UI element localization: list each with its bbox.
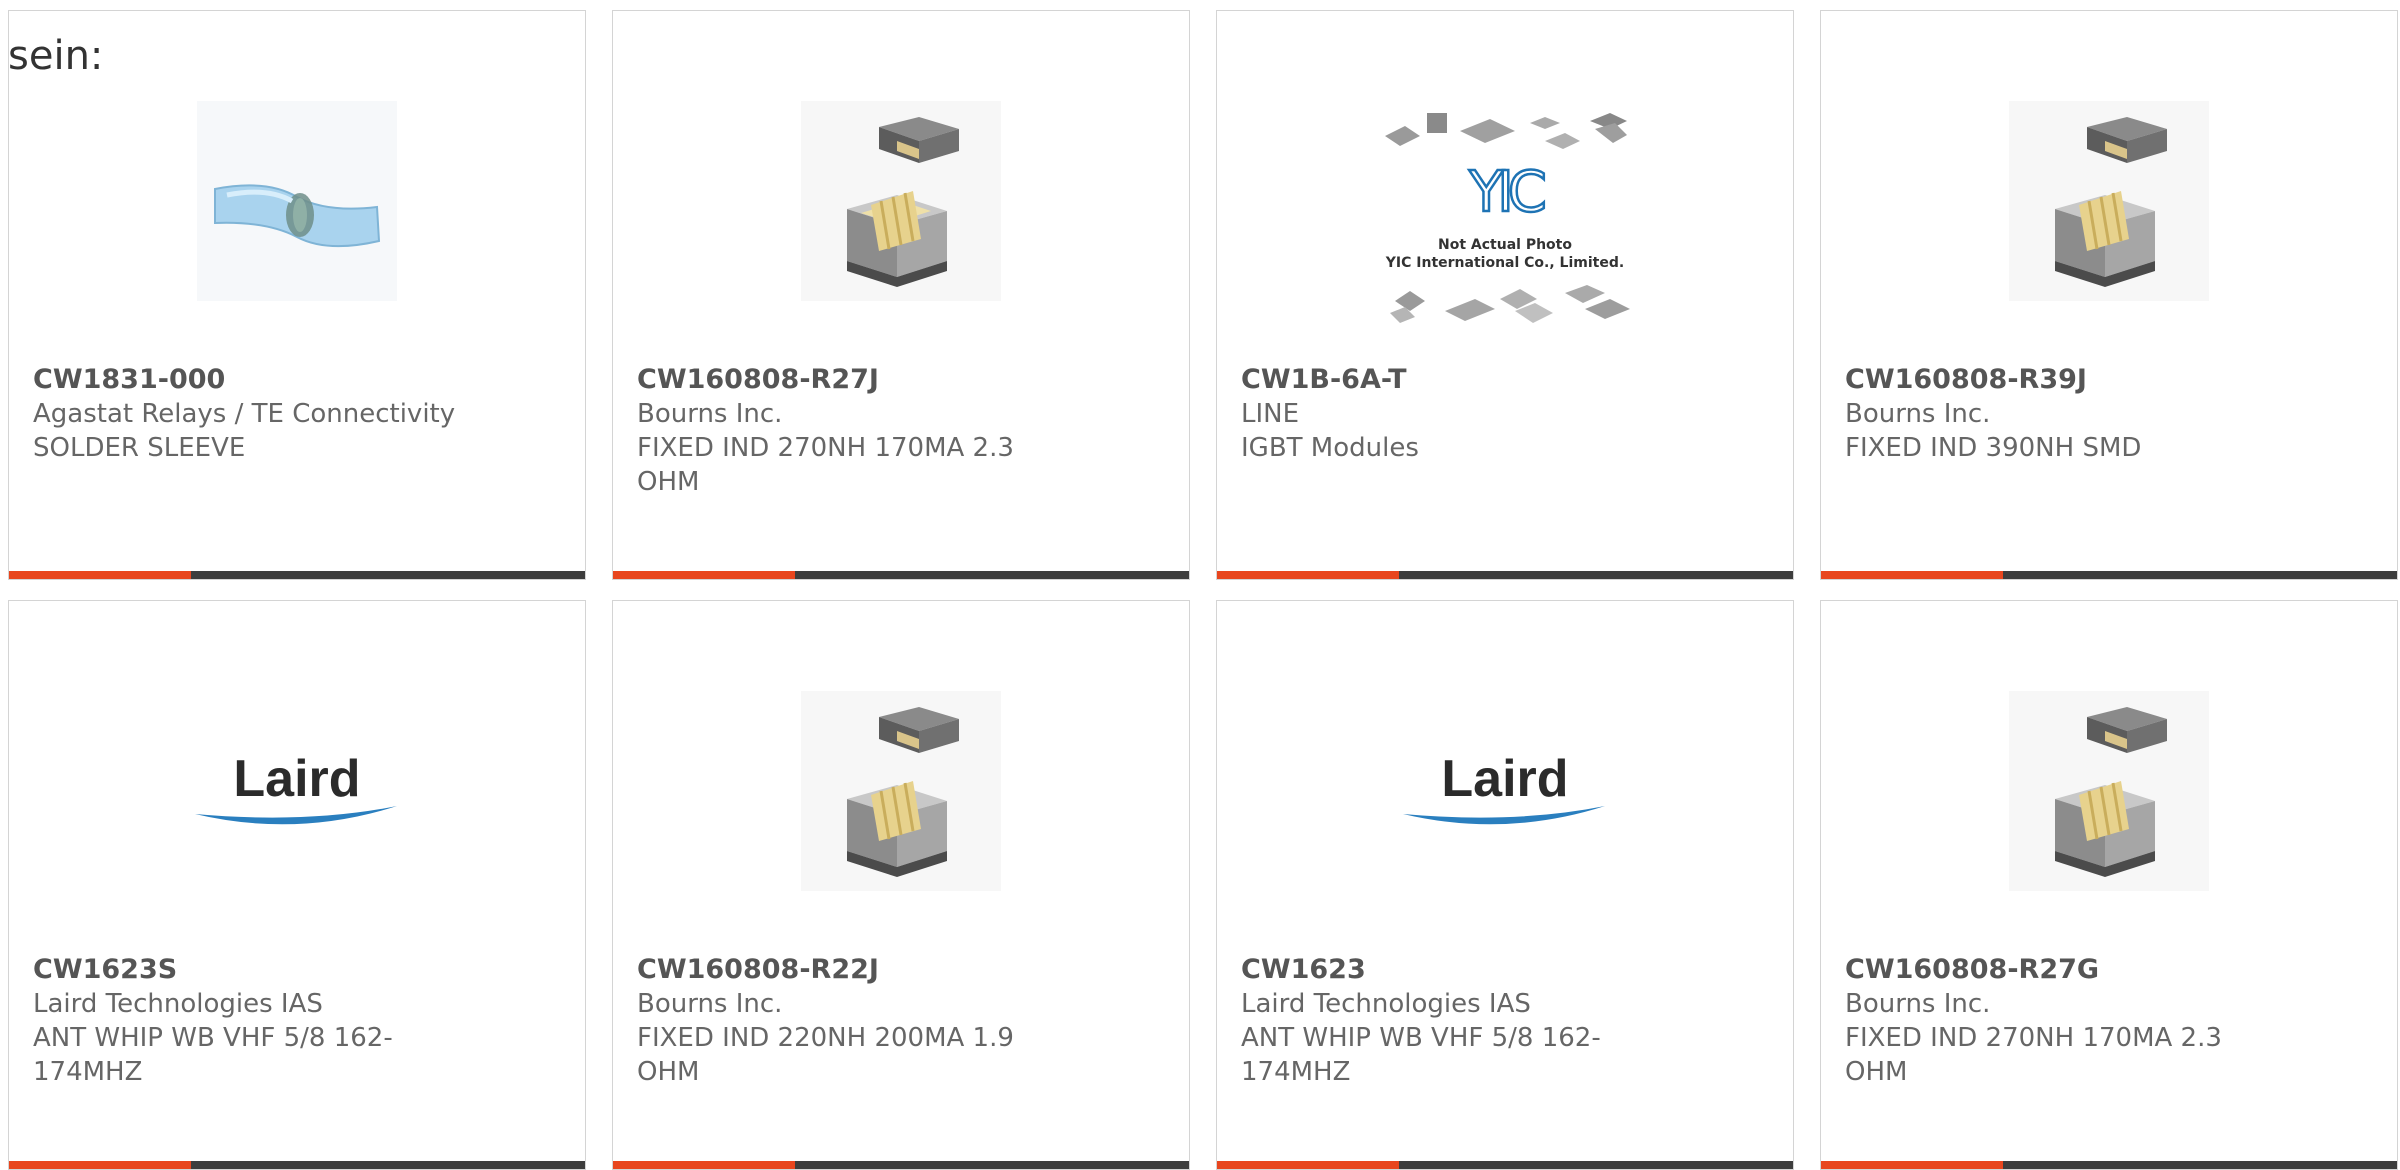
smd-inductor-image <box>2009 101 2209 301</box>
card-accent-bar <box>613 571 795 579</box>
card-accent-bar <box>1821 571 2003 579</box>
product-card[interactable]: CW1831-000 Agastat Relays / TE Connectiv… <box>8 10 586 580</box>
card-footer-bar <box>613 1161 1189 1169</box>
yic-logo-text: YIC <box>1468 160 1545 225</box>
part-number[interactable]: CW1623 <box>1241 953 1681 987</box>
card-footer-bar <box>9 571 585 579</box>
product-card[interactable]: CW160808-R27J Bourns Inc. FIXED IND 270N… <box>612 10 1190 580</box>
product-card[interactable]: CW160808-R27G Bourns Inc. FIXED IND 270N… <box>1820 600 2398 1170</box>
description: FIXED IND 270NH 170MA 2.3 OHM <box>1845 1023 2222 1087</box>
product-image[interactable] <box>613 671 1189 911</box>
solder-sleeve-image <box>197 101 397 301</box>
card-footer-bar <box>1821 1161 2397 1169</box>
manufacturer: Agastat Relays / TE Connectivity <box>33 399 456 429</box>
product-card[interactable]: Laird CW1623 Laird Technologies IAS ANT … <box>1216 600 1794 1170</box>
product-image[interactable] <box>1821 81 2397 321</box>
yic-caption-1: Not Actual Photo <box>1438 237 1572 253</box>
manufacturer: Bourns Inc. <box>637 989 783 1019</box>
part-number[interactable]: CW160808-R27J <box>637 363 1077 397</box>
description: ANT WHIP WB VHF 5/8 162-174MHZ <box>33 1023 393 1087</box>
product-image[interactable] <box>613 81 1189 321</box>
part-number[interactable]: CW1831-000 <box>33 363 473 397</box>
product-image[interactable] <box>9 81 585 321</box>
card-footer-bar <box>9 1161 585 1169</box>
description: FIXED IND 390NH SMD <box>1845 433 2142 463</box>
card-footer-bar <box>613 571 1189 579</box>
product-image[interactable]: Laird <box>1217 671 1793 911</box>
manufacturer: Bourns Inc. <box>1845 989 1991 1019</box>
product-image[interactable]: YIC Not Actual Photo YIC International C… <box>1217 91 1793 351</box>
laird-logo-text: Laird <box>1441 750 1568 808</box>
manufacturer: Laird Technologies IAS <box>33 989 323 1019</box>
card-footer-bar <box>1821 571 2397 579</box>
product-image[interactable]: Laird <box>9 671 585 911</box>
part-number[interactable]: CW1B-6A-T <box>1241 363 1681 397</box>
part-number[interactable]: CW160808-R22J <box>637 953 1077 987</box>
product-card[interactable]: CW160808-R22J Bourns Inc. FIXED IND 220N… <box>612 600 1190 1170</box>
description: FIXED IND 220NH 200MA 1.9 OHM <box>637 1023 1014 1087</box>
product-card[interactable]: YIC Not Actual Photo YIC International C… <box>1216 10 1794 580</box>
smd-inductor-image <box>2009 691 2209 891</box>
part-number[interactable]: CW1623S <box>33 953 473 987</box>
card-accent-bar <box>1821 1161 2003 1169</box>
description: IGBT Modules <box>1241 433 1419 463</box>
manufacturer: Bourns Inc. <box>637 399 783 429</box>
manufacturer: Laird Technologies IAS <box>1241 989 1531 1019</box>
yic-placeholder-image: YIC Not Actual Photo YIC International C… <box>1385 113 1630 323</box>
card-footer-bar <box>1217 1161 1793 1169</box>
product-card[interactable]: Laird CW1623S Laird Technologies IAS ANT… <box>8 600 586 1170</box>
description: SOLDER SLEEVE <box>33 433 246 463</box>
product-card[interactable]: CW160808-R39J Bourns Inc. FIXED IND 390N… <box>1820 10 2398 580</box>
smd-inductor-image <box>801 691 1001 891</box>
manufacturer: LINE <box>1241 399 1300 429</box>
part-number[interactable]: CW160808-R27G <box>1845 953 2285 987</box>
part-number[interactable]: CW160808-R39J <box>1845 363 2285 397</box>
card-accent-bar <box>613 1161 795 1169</box>
manufacturer: Bourns Inc. <box>1845 399 1991 429</box>
laird-logo-text: Laird <box>233 750 360 808</box>
page-heading: sein: <box>8 33 104 79</box>
card-accent-bar <box>9 1161 191 1169</box>
card-accent-bar <box>1217 571 1399 579</box>
description: ANT WHIP WB VHF 5/8 162-174MHZ <box>1241 1023 1601 1087</box>
laird-logo: Laird <box>195 750 397 825</box>
card-accent-bar <box>9 571 191 579</box>
yic-caption-2: YIC International Co., Limited. <box>1385 255 1624 271</box>
laird-logo: Laird <box>1403 750 1605 825</box>
description: FIXED IND 270NH 170MA 2.3 OHM <box>637 433 1014 497</box>
product-image[interactable] <box>1821 671 2397 911</box>
smd-inductor-image <box>801 101 1001 301</box>
card-accent-bar <box>1217 1161 1399 1169</box>
card-footer-bar <box>1217 571 1793 579</box>
